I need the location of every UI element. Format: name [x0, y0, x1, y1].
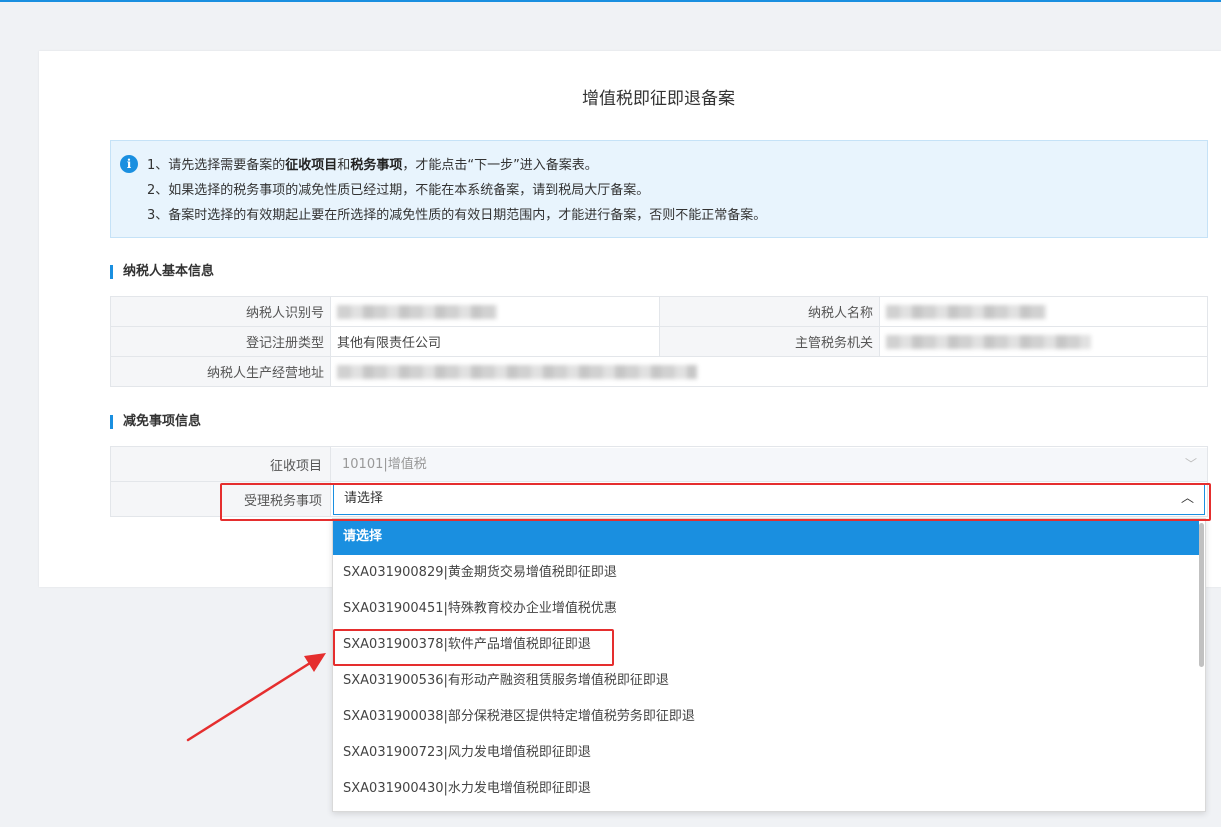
taxpayer-info-table: 纳税人识别号 纳税人名称 登记注册类型 其他有限责任公司 主管税务机关 纳税人生…: [110, 296, 1208, 387]
annotation-arrow-icon: [186, 653, 326, 742]
tax-matter-dropdown[interactable]: 请选择 SXA031900829|黄金期货交易增值税即征即退 SXA031900…: [332, 518, 1206, 812]
notice-line-3: 3、备案时选择的有效期起止要在所选择的减免性质的有效日期范围内，才能进行备案，否…: [147, 208, 767, 223]
tax-matter-select[interactable]: 请选择 ︿: [333, 483, 1205, 515]
taxpayer-name-value: [879, 296, 1208, 327]
taxpayer-name-label: 纳税人名称: [659, 296, 880, 327]
dropdown-scrollbar[interactable]: [1199, 523, 1204, 667]
dropdown-option[interactable]: SXA031900829|黄金期货交易增值税即征即退: [333, 555, 1199, 591]
notice-line-2: 2、如果选择的税务事项的减免性质已经过期，不能在本系统备案，请到税局大厅备案。: [147, 183, 650, 198]
redacted-value: [886, 334, 1091, 349]
reg-type-label: 登记注册类型: [110, 326, 331, 357]
levy-item-label: 征收项目: [110, 446, 331, 482]
tax-matter-value: 请选择: [344, 491, 384, 506]
dropdown-option[interactable]: SXA031900723|风力发电增值税即征即退: [333, 735, 1199, 771]
info-icon: i: [120, 155, 138, 173]
levy-item-value: 10101|增值税: [342, 456, 427, 472]
top-accent-line: [0, 0, 1221, 2]
tax-authority-value: [879, 326, 1208, 357]
tax-authority-label: 主管税务机关: [659, 326, 880, 357]
taxpayer-id-label: 纳税人识别号: [110, 296, 331, 327]
dropdown-option[interactable]: SXA031900430|水力发电增值税即征即退: [333, 771, 1199, 807]
notice-line-1: 1、请先选择需要备案的征收项目和税务事项，才能点击“下一步”进入备案表。: [147, 158, 598, 173]
taxpayer-id-value: [330, 296, 660, 327]
address-value: [330, 356, 1208, 387]
dropdown-option[interactable]: SXA031900451|特殊教育校办企业增值税优惠: [333, 591, 1199, 627]
redacted-value: [886, 304, 1046, 319]
chevron-up-icon[interactable]: ︿: [1181, 484, 1194, 514]
address-label: 纳税人生产经营地址: [110, 356, 331, 387]
levy-item-cell: 10101|增值税 ﹀: [330, 446, 1208, 482]
section-title-exemption: 减免事项信息: [110, 415, 201, 429]
tax-matter-label: 受理税务事项: [110, 481, 331, 517]
dropdown-option[interactable]: 请选择: [333, 519, 1199, 555]
section-title-taxpayer: 纳税人基本信息: [110, 265, 214, 279]
exemption-info-table: 征收项目 10101|增值税 ﹀ 受理税务事项 请选择 ︿: [110, 446, 1208, 517]
dropdown-option[interactable]: SXA031900038|部分保税港区提供特定增值税劳务即征即退: [333, 699, 1199, 735]
reg-type-value: 其他有限责任公司: [330, 326, 660, 357]
tax-matter-cell: 请选择 ︿: [330, 481, 1208, 517]
redacted-value: [337, 364, 697, 379]
levy-item-select: 10101|增值税 ﹀: [331, 447, 1207, 481]
chevron-down-icon: ﹀: [1184, 456, 1197, 471]
notice-box: i 1、请先选择需要备案的征收项目和税务事项，才能点击“下一步”进入备案表。 2…: [110, 140, 1208, 238]
redacted-value: [337, 304, 497, 319]
dropdown-option[interactable]: SXA031900536|有形动产融资租赁服务增值税即征即退: [333, 663, 1199, 699]
dropdown-option-software[interactable]: SXA031900378|软件产品增值税即征即退: [333, 627, 1199, 663]
page-title: 增值税即征即退备案: [582, 89, 735, 109]
